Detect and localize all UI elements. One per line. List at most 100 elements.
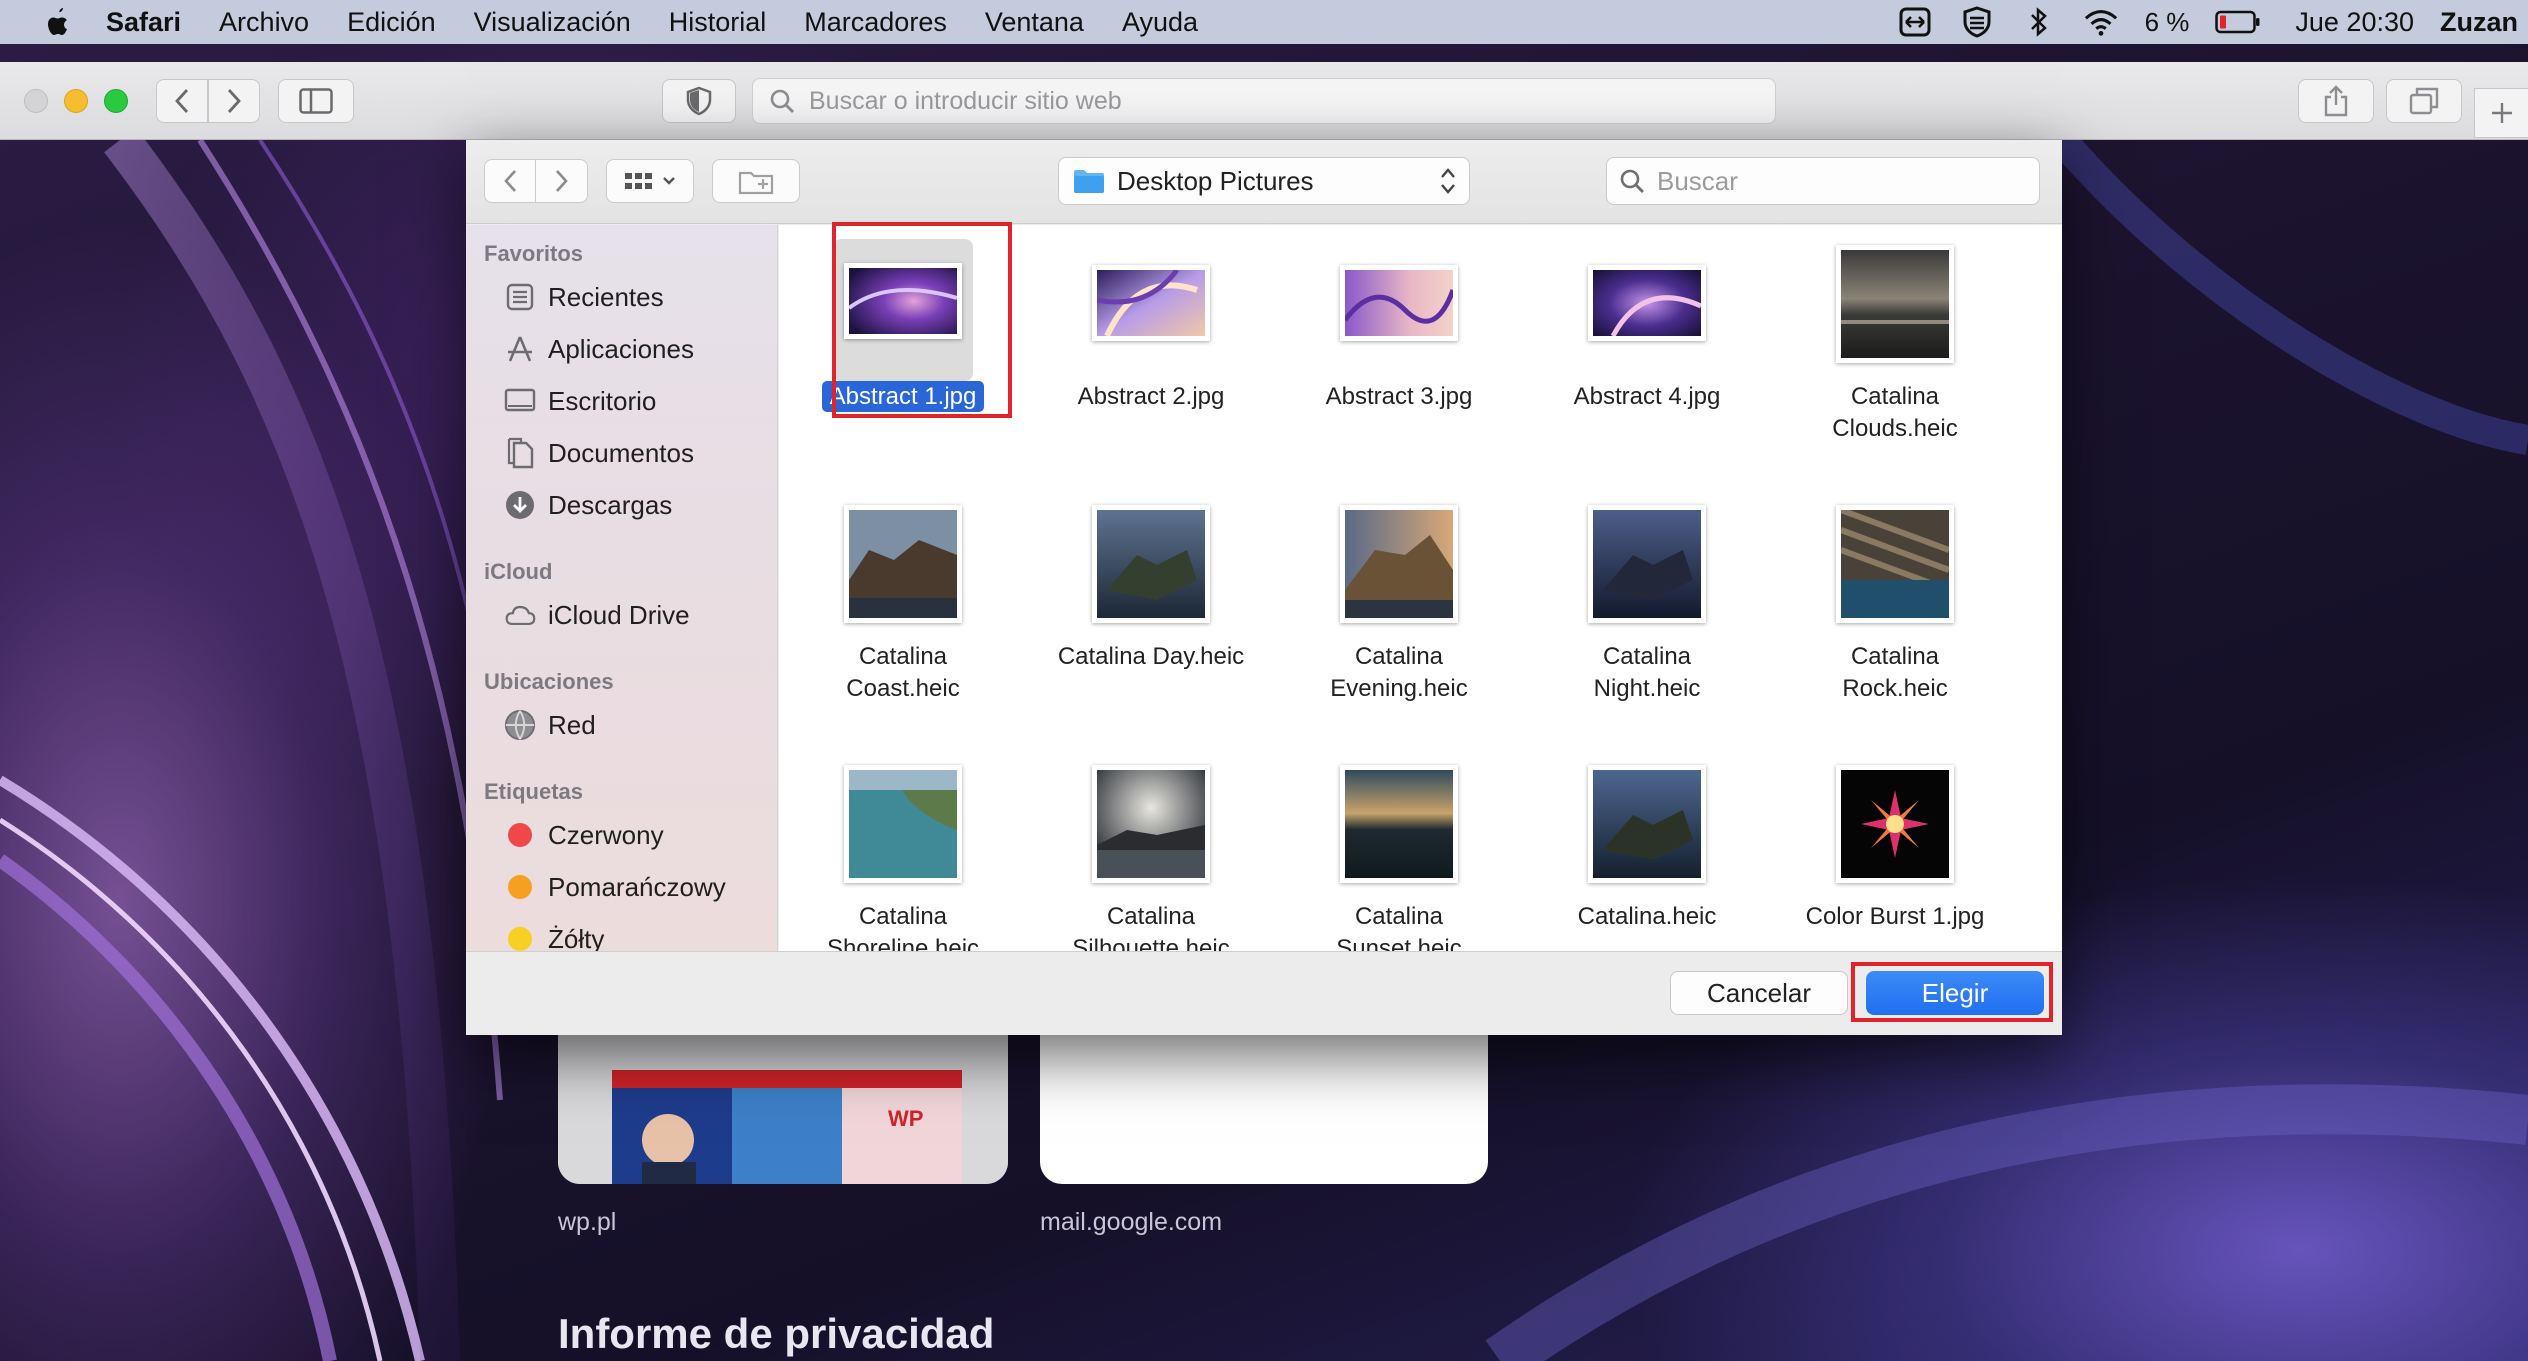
wifi-icon[interactable] (2083, 4, 2119, 40)
file-item[interactable]: Catalina Day.heic (1027, 485, 1275, 725)
back-button[interactable] (156, 79, 208, 123)
file-item[interactable]: Catalina.heic (1523, 745, 1771, 951)
sidebar-item-tag-orange[interactable]: Pomarańczowy (504, 867, 726, 907)
file-thumbnail (1092, 505, 1210, 623)
clock[interactable]: Jue 20:30 (2295, 7, 2414, 38)
file-name: Abstract 3.jpg (1325, 383, 1473, 410)
bluetooth-icon[interactable] (2021, 4, 2057, 40)
file-name: Catalina.heic (1577, 903, 1717, 930)
top-site-label-wp: wp.pl (558, 1208, 617, 1236)
file-thumbnail (844, 765, 962, 883)
menu-marcadores[interactable]: Marcadores (804, 7, 947, 38)
file-item[interactable]: Abstract 4.jpg (1523, 225, 1771, 465)
search-icon (770, 89, 794, 113)
sidebar-heading-favorites: Favoritos (484, 241, 584, 266)
sidebar-item-documentos[interactable]: Documentos (504, 433, 694, 473)
sidebar-heading-icloud: iCloud (484, 559, 553, 584)
plus-icon (2491, 103, 2512, 123)
dialog-forward-button[interactable] (536, 160, 587, 202)
sidebar-heading-tags: Etiquetas (484, 779, 584, 804)
teamviewer-icon[interactable] (1897, 4, 1933, 40)
file-item[interactable]: Catalina Shoreline.heic (779, 745, 1027, 951)
open-file-dialog: Desktop Pictures Buscar Favoritos Recien… (466, 140, 2062, 1035)
sidebar-icon (299, 88, 333, 114)
sidebar-item-tag-yellow[interactable]: Żółty (504, 919, 604, 951)
privacy-report-button[interactable] (662, 79, 736, 123)
file-name: Catalina Night.heic (1593, 643, 1701, 702)
recents-icon (504, 281, 536, 313)
cloud-icon (504, 599, 536, 631)
menu-bar: Safari Archivo Edición Visualización His… (0, 0, 2528, 44)
location-popup[interactable]: Desktop Pictures (1058, 157, 1470, 205)
sidebar-toggle-button[interactable] (278, 79, 354, 123)
file-item[interactable]: Abstract 3.jpg (1275, 225, 1523, 465)
share-icon (2324, 85, 2348, 117)
sidebar-item-red[interactable]: Red (504, 705, 596, 745)
file-item[interactable]: Catalina Clouds.heic (1771, 225, 2019, 465)
icon-grid-icon (625, 173, 652, 189)
vpn-shield-icon[interactable] (1959, 4, 1995, 40)
cancel-button[interactable]: Cancelar (1670, 971, 1848, 1015)
forward-button[interactable] (208, 79, 260, 123)
tabs-overview-button[interactable] (2386, 79, 2462, 123)
svg-text:WP: WP (888, 1106, 923, 1131)
tag-orange-dot (508, 875, 532, 899)
top-site-label-gmail: mail.google.com (1040, 1208, 1223, 1236)
menu-archivo[interactable]: Archivo (219, 7, 309, 38)
dialog-toolbar: Desktop Pictures Buscar (466, 140, 2062, 224)
address-bar[interactable]: Buscar o introducir sitio web (752, 78, 1776, 124)
menu-app-safari[interactable]: Safari (106, 7, 181, 38)
dialog-search-placeholder: Buscar (1657, 165, 1738, 196)
dialog-footer: Cancelar Elegir (466, 951, 2062, 1035)
dialog-back-button[interactable] (485, 160, 537, 202)
file-item[interactable]: Catalina Coast.heic (779, 485, 1027, 725)
chevron-left-icon (175, 89, 189, 113)
sidebar-item-icloud-drive[interactable]: iCloud Drive (504, 595, 690, 635)
file-thumbnail (1836, 245, 1954, 363)
file-name: Catalina Clouds.heic (1832, 383, 1958, 442)
file-name: Abstract 2.jpg (1077, 383, 1225, 410)
file-thumbnail (1092, 765, 1210, 883)
menu-visualizacion[interactable]: Visualización (474, 7, 631, 38)
file-item[interactable]: Abstract 2.jpg (1027, 225, 1275, 465)
sidebar-heading-locations: Ubicaciones (484, 669, 614, 694)
file-item[interactable]: Catalina Sunset.heic (1275, 745, 1523, 951)
menu-ayuda[interactable]: Ayuda (1122, 7, 1198, 38)
dialog-search-field[interactable]: Buscar (1606, 157, 2040, 205)
apple-icon[interactable] (40, 4, 76, 40)
file-item[interactable]: Catalina Evening.heic (1275, 485, 1523, 725)
chevron-right-icon (227, 89, 241, 113)
user-name[interactable]: Zuzan (2440, 7, 2520, 38)
file-name: Catalina Silhouette.heic (1072, 903, 1230, 951)
window-close-button[interactable] (24, 89, 48, 113)
sidebar-item-descargas[interactable]: Descargas (504, 485, 672, 525)
window-minimize-button[interactable] (64, 89, 88, 113)
menu-historial[interactable]: Historial (669, 7, 767, 38)
menu-ventana[interactable]: Ventana (985, 7, 1084, 38)
menu-edicion[interactable]: Edición (347, 7, 436, 38)
privacy-report-title: Informe de privacidad (558, 1310, 995, 1357)
sidebar-item-tag-red[interactable]: Czerwony (504, 815, 664, 855)
sidebar-item-aplicaciones[interactable]: Aplicaciones (504, 329, 694, 369)
file-item[interactable]: Color Burst 1.jpg (1771, 745, 2019, 951)
new-tab-button[interactable] (2474, 88, 2528, 138)
file-thumbnail (1588, 765, 1706, 883)
network-globe-icon (504, 709, 536, 741)
file-name: Color Burst 1.jpg (1805, 903, 1985, 930)
new-folder-button[interactable] (712, 159, 800, 203)
sidebar-item-recientes[interactable]: Recientes (504, 277, 664, 317)
file-thumbnail (1836, 505, 1954, 623)
applications-icon (504, 333, 536, 365)
chevron-right-icon (555, 170, 568, 192)
desktop-icon (504, 385, 536, 417)
sidebar-item-escritorio[interactable]: Escritorio (504, 381, 656, 421)
share-button[interactable] (2298, 79, 2374, 123)
file-item[interactable]: Catalina Night.heic (1523, 485, 1771, 725)
view-mode-button[interactable] (606, 159, 694, 203)
file-item[interactable]: Catalina Rock.heic (1771, 485, 2019, 725)
file-item[interactable]: Catalina Silhouette.heic (1027, 745, 1275, 951)
tabs-icon (2409, 87, 2439, 115)
battery-icon[interactable] (2215, 4, 2261, 40)
window-zoom-button[interactable] (104, 89, 128, 113)
file-name: Catalina Sunset.heic (1336, 903, 1462, 951)
